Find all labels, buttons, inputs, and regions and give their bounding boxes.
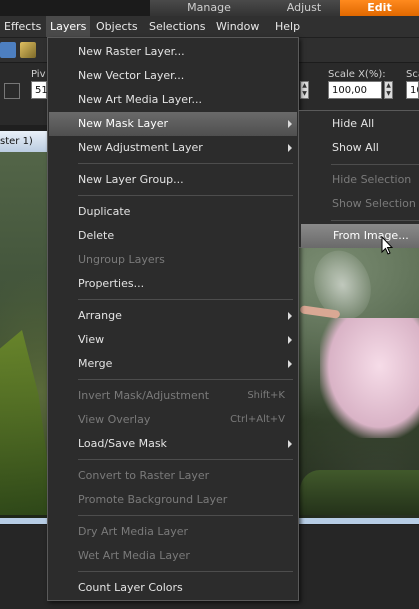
scale-x-input[interactable]: 100,00 xyxy=(328,81,382,99)
menu-item-label: Convert to Raster Layer xyxy=(78,469,210,482)
submenu-item-label: Show All xyxy=(332,141,379,154)
menu-item-label: Wet Art Media Layer xyxy=(78,549,190,562)
pick-tool-icon[interactable] xyxy=(4,83,20,99)
submenu-arrow-icon xyxy=(288,120,292,128)
menu-item-new-raster-layer[interactable]: New Raster Layer... xyxy=(49,40,297,64)
menu-item-merge[interactable]: Merge xyxy=(49,352,297,376)
submenu-arrow-icon xyxy=(288,440,292,448)
menu-item-new-mask-layer[interactable]: New Mask Layer xyxy=(49,112,297,136)
menu-item-label: Promote Background Layer xyxy=(78,493,228,506)
submenu-arrow-icon xyxy=(288,360,292,368)
menu-separator xyxy=(78,459,293,460)
menu-item-new-art-media-layer[interactable]: New Art Media Layer... xyxy=(49,88,297,112)
menu-item-label: New Mask Layer xyxy=(78,117,168,130)
menu-item-new-vector-layer[interactable]: New Vector Layer... xyxy=(49,64,297,88)
menu-layers[interactable]: Layers xyxy=(46,16,91,37)
submenu-item-hide-all[interactable]: Hide All xyxy=(300,112,419,136)
scale-y-label: Sca xyxy=(406,69,419,80)
menu-item-view-overlay[interactable]: View Overlay Ctrl+Alt+V xyxy=(49,408,297,432)
scale-y-input[interactable]: 100 xyxy=(406,81,419,99)
menu-item-label: New Vector Layer... xyxy=(78,69,185,82)
menu-item-duplicate[interactable]: Duplicate xyxy=(49,200,297,224)
menu-separator xyxy=(78,379,293,380)
menu-separator xyxy=(78,515,293,516)
menu-item-arrange[interactable]: Arrange xyxy=(49,304,297,328)
menu-item-label: Properties... xyxy=(78,277,145,290)
document-title[interactable]: ster 1) xyxy=(0,131,48,153)
menu-item-view[interactable]: View xyxy=(49,328,297,352)
pivot-input[interactable]: 51 xyxy=(31,81,48,99)
menu-effects[interactable]: Effects xyxy=(0,16,45,37)
tab-adjust[interactable]: Adjust xyxy=(268,0,340,16)
menu-item-new-adjustment-layer[interactable]: New Adjustment Layer xyxy=(49,136,297,160)
menu-item-label: Invert Mask/Adjustment xyxy=(78,389,210,402)
submenu-item-label: Hide All xyxy=(332,117,375,130)
menu-separator xyxy=(78,163,293,164)
submenu-item-from-image[interactable]: From Image... xyxy=(301,224,419,248)
menu-separator xyxy=(78,299,293,300)
shortcut-label: Ctrl+Alt+V xyxy=(230,414,285,425)
menu-item-label: View Overlay xyxy=(78,413,151,426)
tab-manage[interactable]: Manage xyxy=(150,0,269,16)
menu-item-promote-background[interactable]: Promote Background Layer xyxy=(49,488,297,512)
menu-item-invert-mask[interactable]: Invert Mask/Adjustment Shift+K xyxy=(49,384,297,408)
submenu-item-show-all[interactable]: Show All xyxy=(300,136,419,160)
tab-edit[interactable]: Edit xyxy=(340,0,419,16)
menubar: Effects Layers Objects Selections Window… xyxy=(0,16,419,38)
mouse-pointer-icon xyxy=(381,236,393,255)
submenu-item-hide-selection[interactable]: Hide Selection xyxy=(300,168,419,192)
menu-item-label: New Art Media Layer... xyxy=(78,93,203,106)
menu-item-label: New Raster Layer... xyxy=(78,45,185,58)
menu-item-load-save-mask[interactable]: Load/Save Mask xyxy=(49,432,297,456)
menu-item-label: Merge xyxy=(78,357,113,370)
menu-item-label: Load/Save Mask xyxy=(78,437,167,450)
menu-item-properties[interactable]: Properties... xyxy=(49,272,297,296)
menu-item-label: Delete xyxy=(78,229,115,242)
menu-separator xyxy=(78,571,293,572)
menu-item-label: New Layer Group... xyxy=(78,173,184,186)
menu-item-label: View xyxy=(78,333,105,346)
toolbar-edit-icon[interactable] xyxy=(20,42,36,58)
toolbar-tool-icon[interactable] xyxy=(0,42,16,58)
menu-item-new-layer-group[interactable]: New Layer Group... xyxy=(49,168,297,192)
shortcut-label: Shift+K xyxy=(247,390,285,401)
submenu-arrow-icon xyxy=(288,144,292,152)
image-fairy-dress xyxy=(320,318,419,438)
mask-layer-submenu: Hide All Show All Hide Selection Show Se… xyxy=(298,110,419,248)
menu-separator xyxy=(331,164,419,165)
spin-stepper[interactable]: ▲ ▼ xyxy=(300,81,309,99)
menu-item-label: New Adjustment Layer xyxy=(78,141,203,154)
image-moss xyxy=(300,470,419,515)
menu-item-label: Ungroup Layers xyxy=(78,253,165,266)
submenu-item-label: Hide Selection xyxy=(332,173,412,186)
scale-x-label: Scale X(%): xyxy=(328,69,386,80)
menu-item-label: Count Layer Colors xyxy=(78,581,183,594)
menu-item-convert-to-raster[interactable]: Convert to Raster Layer xyxy=(49,464,297,488)
submenu-arrow-icon xyxy=(288,336,292,344)
menu-item-count-layer-colors[interactable]: Count Layer Colors xyxy=(49,576,297,600)
submenu-item-show-selection[interactable]: Show Selection xyxy=(300,192,419,216)
submenu-arrow-icon xyxy=(288,312,292,320)
menu-separator xyxy=(331,220,419,221)
scale-x-stepper[interactable]: ▲ ▼ xyxy=(384,81,393,99)
menu-item-label: Dry Art Media Layer xyxy=(78,525,189,538)
menu-separator xyxy=(78,195,293,196)
menu-item-wet-art-media[interactable]: Wet Art Media Layer xyxy=(49,544,297,568)
layers-menu: New Raster Layer... New Vector Layer... … xyxy=(47,37,299,601)
menu-window[interactable]: Window xyxy=(212,16,263,37)
menu-item-delete[interactable]: Delete xyxy=(49,224,297,248)
menu-item-ungroup-layers[interactable]: Ungroup Layers xyxy=(49,248,297,272)
submenu-item-label: From Image... xyxy=(333,229,409,242)
submenu-item-label: Show Selection xyxy=(332,197,416,210)
menu-item-label: Duplicate xyxy=(78,205,131,218)
menu-item-label: Arrange xyxy=(78,309,122,322)
menu-help[interactable]: Help xyxy=(271,16,304,37)
menu-objects[interactable]: Objects xyxy=(92,16,142,37)
pivot-label: Piv xyxy=(31,69,46,80)
menu-selections[interactable]: Selections xyxy=(145,16,209,37)
menu-item-dry-art-media[interactable]: Dry Art Media Layer xyxy=(49,520,297,544)
